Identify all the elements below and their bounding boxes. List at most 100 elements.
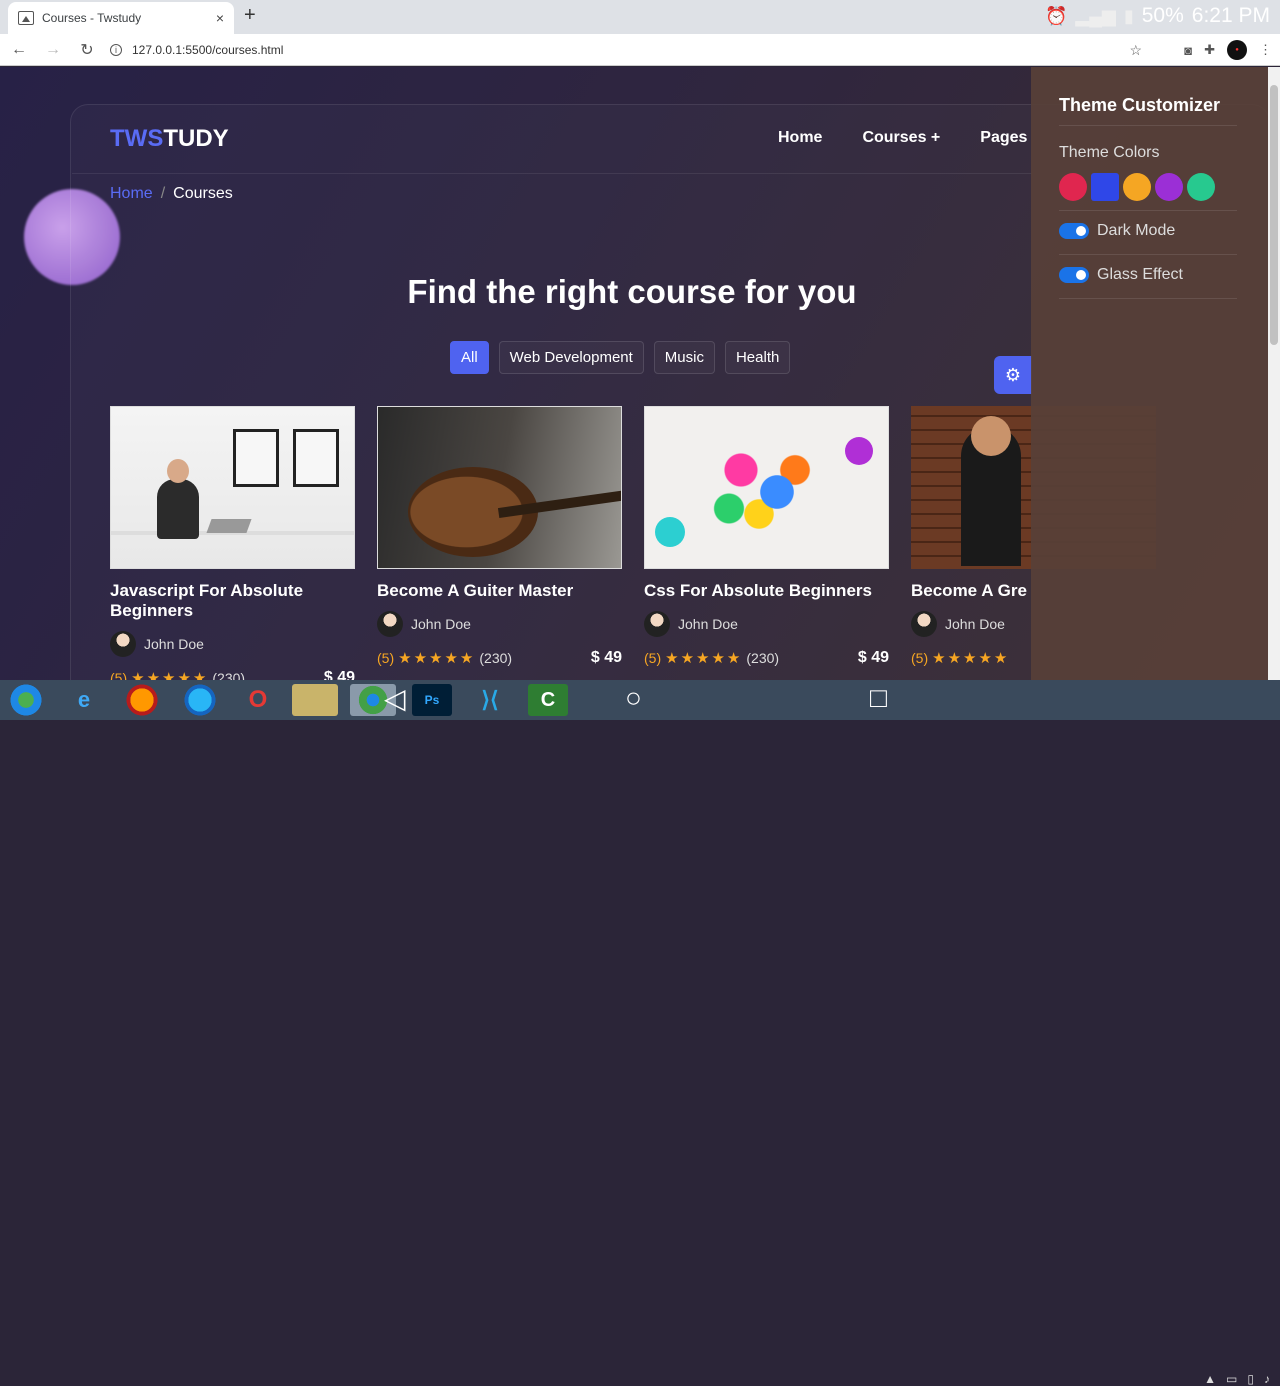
- avatar: [644, 611, 670, 637]
- divider: [1059, 254, 1237, 255]
- camtasia-icon[interactable]: C: [528, 684, 568, 716]
- browser-tab[interactable]: Courses - Twstudy ×: [8, 2, 234, 34]
- info-icon[interactable]: i: [110, 44, 122, 56]
- firefox-icon[interactable]: [122, 684, 162, 716]
- new-tab-button[interactable]: +: [244, 4, 256, 27]
- vscode-icon[interactable]: ⟩⟨: [470, 684, 510, 716]
- filter-web-development[interactable]: Web Development: [498, 341, 644, 374]
- signal-icon: ▂▄▆: [1075, 5, 1116, 26]
- dark-mode-row: Dark Mode: [1059, 222, 1175, 240]
- course-price: $ 49: [323, 669, 355, 680]
- url-text: 127.0.0.1:5500/courses.html: [132, 43, 284, 57]
- swatch-orange[interactable]: [1123, 173, 1151, 201]
- course-price: $ 49: [590, 649, 622, 666]
- avatar: [110, 631, 136, 657]
- course-card[interactable]: Javascript For Absolute Beginners John D…: [110, 406, 355, 680]
- ie-icon[interactable]: e: [64, 684, 104, 716]
- puzzle-icon[interactable]: ✚: [1204, 42, 1215, 58]
- course-meta: (5) ★★★★★ (230) $ 49: [377, 649, 622, 667]
- scrollbar-thumb[interactable]: [1270, 85, 1278, 345]
- avatar: [911, 611, 937, 637]
- glass-effect-row: Glass Effect: [1059, 266, 1183, 284]
- tab-title: Courses - Twstudy: [42, 11, 142, 25]
- battery-icon: ▮: [1123, 5, 1134, 26]
- course-image[interactable]: [377, 406, 622, 569]
- customizer-title: Theme Customizer: [1059, 95, 1221, 115]
- status-bar: ⏰ ▂▄▆ ▮ 50% 6:21 PM: [1045, 4, 1270, 28]
- close-tab-icon[interactable]: ×: [216, 10, 224, 26]
- page-viewport: TWSTUDY Home Courses + Pages Home / Course…: [0, 67, 1268, 680]
- android-recents-icon[interactable]: □: [870, 682, 887, 714]
- course-filters: All Web Development Music Health: [450, 341, 791, 374]
- reload-icon[interactable]: ↻: [72, 40, 102, 60]
- filter-all[interactable]: All: [450, 341, 489, 374]
- rating-stars-icon: ★★★★★: [398, 650, 476, 667]
- bookmark-star-icon[interactable]: ☆: [1129, 42, 1142, 59]
- extensions: ◙ ✚ ● ⋮: [1184, 40, 1272, 60]
- filter-health[interactable]: Health: [724, 341, 791, 374]
- divider: [1059, 125, 1237, 126]
- network-icon[interactable]: ▭: [1226, 1372, 1237, 1386]
- course-author: John Doe: [110, 631, 355, 657]
- filter-music[interactable]: Music: [653, 341, 715, 374]
- photoshop-icon[interactable]: Ps: [412, 684, 452, 716]
- swatch-blue[interactable]: [1091, 173, 1119, 201]
- course-price: $ 49: [857, 649, 889, 666]
- course-card[interactable]: Become A Guiter Master John Doe (5) ★★★★★…: [377, 406, 622, 667]
- back-arrow-icon[interactable]: ←: [4, 41, 34, 59]
- forward-arrow-icon[interactable]: →: [38, 41, 68, 59]
- course-meta: (5) ★★★★★ (230) $ 49: [110, 669, 355, 680]
- breadcrumb-current: Courses: [173, 185, 233, 202]
- battery-level: 50%: [1141, 4, 1184, 27]
- android-back-icon[interactable]: ◁: [384, 682, 406, 715]
- file-explorer-icon[interactable]: [292, 684, 338, 716]
- android-home-icon[interactable]: ○: [625, 682, 642, 714]
- customizer-toggle-button[interactable]: ⚙: [994, 356, 1032, 394]
- power-icon[interactable]: ▯: [1247, 1372, 1254, 1386]
- glass-effect-toggle[interactable]: [1059, 267, 1089, 283]
- nav-pages[interactable]: Pages: [980, 129, 1027, 147]
- course-meta: (5) ★★★★★ (230) $ 49: [644, 649, 889, 667]
- nav-home[interactable]: Home: [778, 129, 822, 147]
- profile-avatar[interactable]: ●: [1227, 40, 1247, 60]
- dark-mode-toggle[interactable]: [1059, 223, 1089, 239]
- swatch-green[interactable]: [1187, 173, 1215, 201]
- breadcrumb-home[interactable]: Home: [110, 185, 153, 202]
- url-field[interactable]: i 127.0.0.1:5500/courses.html ☆: [102, 38, 1150, 62]
- course-title[interactable]: Css For Absolute Beginners: [644, 581, 889, 601]
- header-divider: [72, 173, 1032, 174]
- opera-icon[interactable]: O: [238, 684, 278, 716]
- browser-tab-bar: Courses - Twstudy × + ⏰ ▂▄▆ ▮ 50% 6:21 P…: [0, 0, 1280, 34]
- site-logo[interactable]: TWSTUDY: [110, 125, 229, 153]
- theme-customizer-panel: Theme Customizer Theme Colors Dark Mode …: [1031, 67, 1268, 680]
- course-image[interactable]: [644, 406, 889, 569]
- course-card[interactable]: Css For Absolute Beginners John Doe (5) ★…: [644, 406, 889, 667]
- address-bar-row: ← → ↻ i 127.0.0.1:5500/courses.html ☆ ◙ …: [0, 34, 1280, 66]
- camera-icon[interactable]: ◙: [1184, 43, 1192, 58]
- edge-icon[interactable]: [180, 684, 220, 716]
- breadcrumb: Home / Courses: [110, 185, 233, 202]
- start-button-icon[interactable]: [6, 684, 46, 716]
- menu-dots-icon[interactable]: ⋮: [1259, 42, 1272, 58]
- course-author: John Doe: [377, 611, 622, 637]
- alarm-icon: ⏰: [1044, 5, 1068, 26]
- divider: [1059, 298, 1237, 299]
- rating-stars-icon: ★★★★★: [131, 670, 209, 680]
- rating-stars-icon: ★★★★★: [665, 650, 743, 667]
- clock: 6:21 PM: [1191, 4, 1270, 27]
- course-title[interactable]: Become A Guiter Master: [377, 581, 622, 601]
- color-swatches: [1059, 173, 1215, 201]
- swatch-purple[interactable]: [1155, 173, 1183, 201]
- tray-arrow-icon[interactable]: ▲: [1204, 1372, 1216, 1386]
- swatch-red[interactable]: [1059, 173, 1087, 201]
- page-scrollbar[interactable]: [1268, 67, 1280, 680]
- rating-stars-icon: ★★★★★: [932, 650, 1010, 667]
- image-favicon-icon: [18, 11, 34, 25]
- avatar: [377, 611, 403, 637]
- course-title[interactable]: Javascript For Absolute Beginners: [110, 581, 355, 621]
- system-tray: ▲ ▭ ▯ ♪: [1204, 1372, 1270, 1386]
- course-image[interactable]: [110, 406, 355, 569]
- theme-colors-label: Theme Colors: [1059, 144, 1160, 161]
- volume-icon[interactable]: ♪: [1264, 1372, 1270, 1386]
- nav-courses[interactable]: Courses +: [862, 129, 940, 147]
